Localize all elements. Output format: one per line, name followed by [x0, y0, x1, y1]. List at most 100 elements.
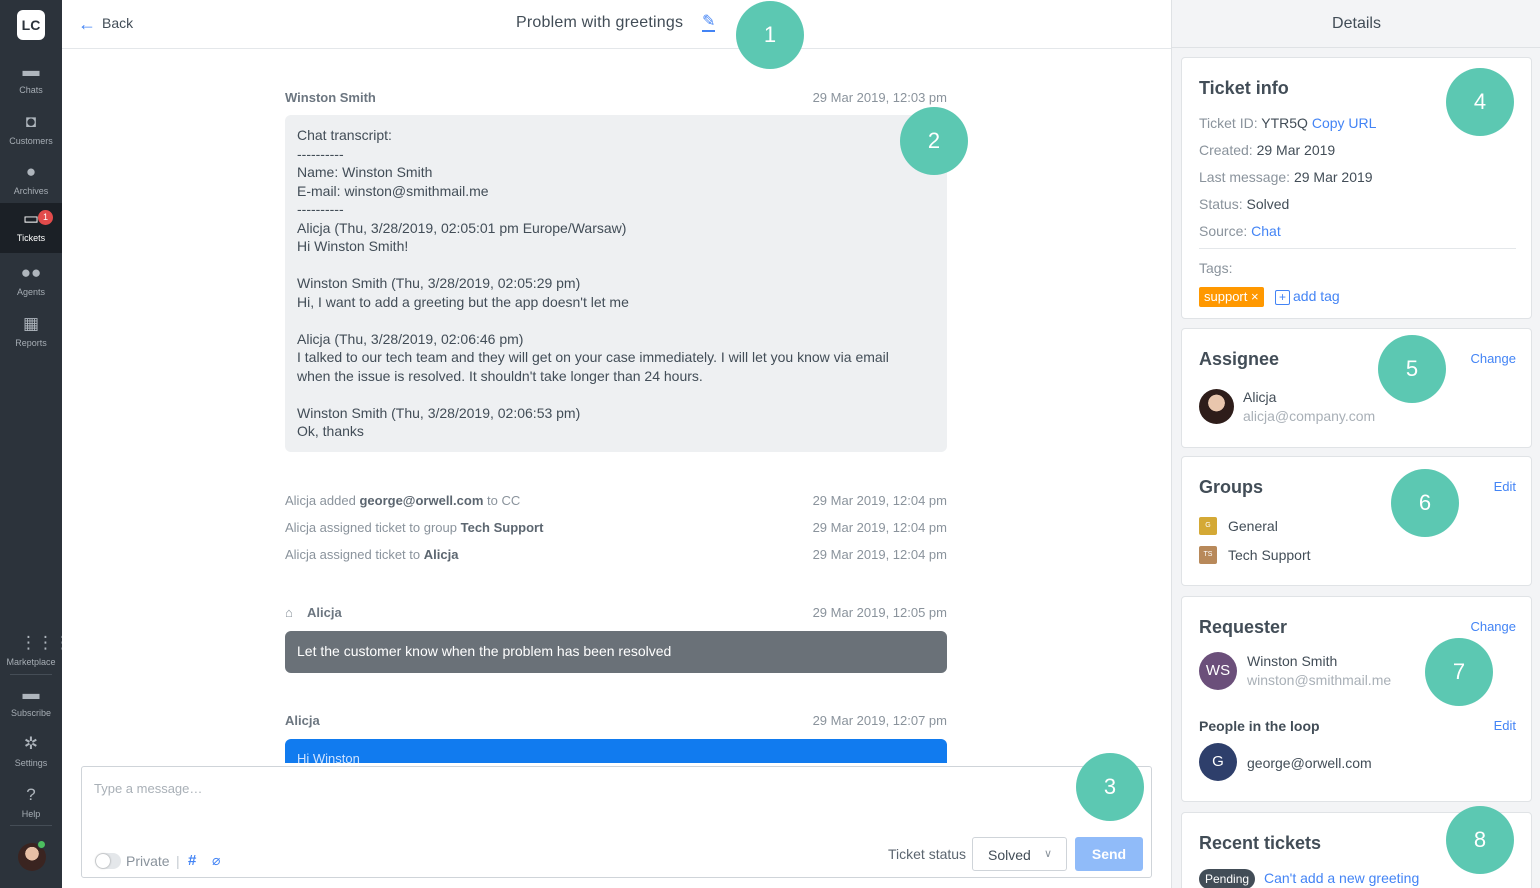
arrow-left-icon: ←: [78, 14, 96, 34]
agents-icon: ●●: [20, 263, 42, 282]
event-line: Alicja assigned ticket to group Tech Sup…: [285, 520, 544, 535]
change-requester-link[interactable]: Change: [1470, 619, 1516, 634]
source-link[interactable]: Chat: [1251, 223, 1281, 239]
paperclip-icon[interactable]: ⌀: [212, 852, 220, 869]
message-composer: Type a message… Private | # ⌀ Ticket sta…: [81, 766, 1152, 878]
clock-icon: ●: [25, 162, 37, 181]
marker-2: 2: [900, 107, 968, 175]
edit-groups-link[interactable]: Edit: [1494, 479, 1516, 494]
private-toggle[interactable]: [95, 853, 121, 869]
created-row: Created: 29 Mar 2019: [1199, 142, 1336, 158]
chevron-down-icon: ∨: [1043, 848, 1052, 860]
divider: [1199, 248, 1516, 249]
reply-author: Alicja: [285, 713, 320, 728]
nav-item-settings[interactable]: ✲ Settings: [0, 728, 62, 776]
app-sidebar: LC ▬ Chats ◘ Customers ● Archives ▭ Tick…: [0, 0, 71, 888]
card-title: Requester: [1199, 617, 1288, 637]
event-time: 29 Mar 2019, 12:04 pm: [812, 520, 947, 535]
message-input[interactable]: Type a message…: [94, 781, 202, 796]
nav-item-marketplace[interactable]: ⋮⋮⋮ Marketplace: [0, 627, 71, 675]
event-line: Alicja assigned ticket to Alicja: [285, 547, 459, 562]
marker-8: 8: [1446, 806, 1514, 874]
nav-item-label: Customers: [9, 136, 53, 146]
nav-item-label: Archives: [13, 186, 49, 196]
incognito-icon: ⌂: [285, 605, 293, 620]
plus-icon: +: [1275, 290, 1290, 305]
nav-item-label: Agents: [16, 287, 46, 297]
bar-chart-icon: ▦: [22, 314, 40, 333]
nav-divider: [10, 674, 52, 675]
app-logo[interactable]: LC: [17, 10, 45, 40]
status-row: Status: Solved: [1199, 196, 1290, 212]
cc-avatar: G: [1199, 743, 1237, 781]
ticket-main: ← Back Problem with greetings ✎ 1 Winston…: [62, 0, 1171, 888]
nav-item-help[interactable]: ? Help: [0, 779, 62, 827]
assignee-name: Alicja: [1243, 389, 1277, 405]
marker-1: 1: [736, 1, 804, 69]
assignee-card: Assignee Change Alicja alicja@company.co…: [1181, 328, 1532, 448]
edit-pencil-icon[interactable]: ✎: [702, 14, 716, 32]
back-label: Back: [102, 15, 134, 31]
groups-card: Groups Edit G General TS Tech Support: [1181, 456, 1532, 586]
ticket-status-select[interactable]: Solved ∨: [972, 837, 1067, 871]
marker-3: 3: [1076, 753, 1144, 821]
add-tag-button[interactable]: + add tag: [1275, 288, 1340, 305]
credit-card-icon: ▬: [22, 684, 40, 703]
group-name: Tech Support: [1228, 547, 1311, 563]
internal-note: Let the customer know when the problem h…: [285, 631, 947, 673]
hashtag-icon[interactable]: #: [188, 852, 196, 869]
message-author: Winston Smith: [285, 90, 376, 105]
customers-icon: ◘: [25, 112, 37, 131]
event-time: 29 Mar 2019, 12:04 pm: [812, 493, 947, 508]
nav-item-label: Help: [21, 809, 41, 819]
nav-item-label: Chats: [19, 85, 43, 95]
nav-item-chats[interactable]: ▬ Chats: [0, 55, 62, 103]
nav-item-reports[interactable]: ▦ Reports: [0, 308, 62, 356]
event-line: Alicja added george@orwell.com to CC: [285, 493, 521, 508]
grid-icon: ⋮⋮⋮: [20, 633, 71, 652]
ticket-status-label: Ticket status: [888, 846, 967, 862]
send-button[interactable]: Send: [1075, 837, 1143, 871]
event-time: 29 Mar 2019, 12:04 pm: [812, 547, 947, 562]
ticket-id-row: Ticket ID: YTR5Q Copy URL: [1199, 115, 1377, 131]
chat-transcript: Chat transcript: ---------- Name: Winsto…: [285, 115, 947, 452]
message-time: 29 Mar 2019, 12:03 pm: [812, 90, 947, 105]
source-row: Source: Chat: [1199, 223, 1281, 239]
copy-url-link[interactable]: Copy URL: [1312, 115, 1377, 131]
nav-item-label: Reports: [15, 338, 47, 348]
back-button[interactable]: ← Back: [78, 14, 133, 35]
online-status-dot: [37, 840, 46, 849]
private-label: Private: [126, 853, 170, 869]
tickets-count-badge: 1: [38, 210, 53, 225]
reply-time: 29 Mar 2019, 12:07 pm: [812, 713, 947, 728]
ticket-header: ← Back Problem with greetings ✎: [62, 0, 1171, 49]
nav-item-tickets[interactable]: ▭ Tickets 1: [0, 203, 62, 253]
note-time: 29 Mar 2019, 12:05 pm: [812, 605, 947, 620]
requester-avatar: WS: [1199, 652, 1237, 690]
nav-item-label: Settings: [14, 758, 48, 768]
nav-item-customers[interactable]: ◘ Customers: [0, 106, 62, 154]
group-name: General: [1228, 518, 1278, 534]
tags-label: Tags:: [1199, 260, 1233, 276]
ticket-status-pill: Pending: [1199, 869, 1256, 888]
details-title: Details: [1172, 0, 1540, 48]
details-panel: Details Ticket info Ticket ID: YTR5Q Cop…: [1171, 0, 1540, 888]
change-assignee-link[interactable]: Change: [1470, 351, 1516, 366]
toolbar-separator: |: [176, 853, 180, 869]
tag-chip[interactable]: support ×: [1199, 287, 1264, 307]
nav-item-label: Marketplace: [6, 657, 56, 667]
recent-ticket-link[interactable]: Can't add a new greeting: [1264, 870, 1419, 886]
requester-email: winston@smithmail.me: [1247, 672, 1392, 688]
nav-item-agents[interactable]: ●● Agents: [0, 257, 62, 305]
nav-item-subscribe[interactable]: ▬ Subscribe: [0, 678, 62, 726]
card-title: Groups: [1199, 477, 1264, 497]
edit-loop-link[interactable]: Edit: [1494, 718, 1516, 733]
group-badge: TS: [1199, 546, 1217, 564]
nav-item-label: Subscribe: [10, 708, 52, 718]
nav-item-archives[interactable]: ● Archives: [0, 156, 62, 204]
last-message-row: Last message: 29 Mar 2019: [1199, 169, 1373, 185]
marker-4: 4: [1446, 68, 1514, 136]
card-title: Ticket info: [1199, 78, 1289, 98]
add-tag-label: add tag: [1293, 288, 1340, 304]
assignee-email: alicja@company.com: [1243, 408, 1376, 424]
